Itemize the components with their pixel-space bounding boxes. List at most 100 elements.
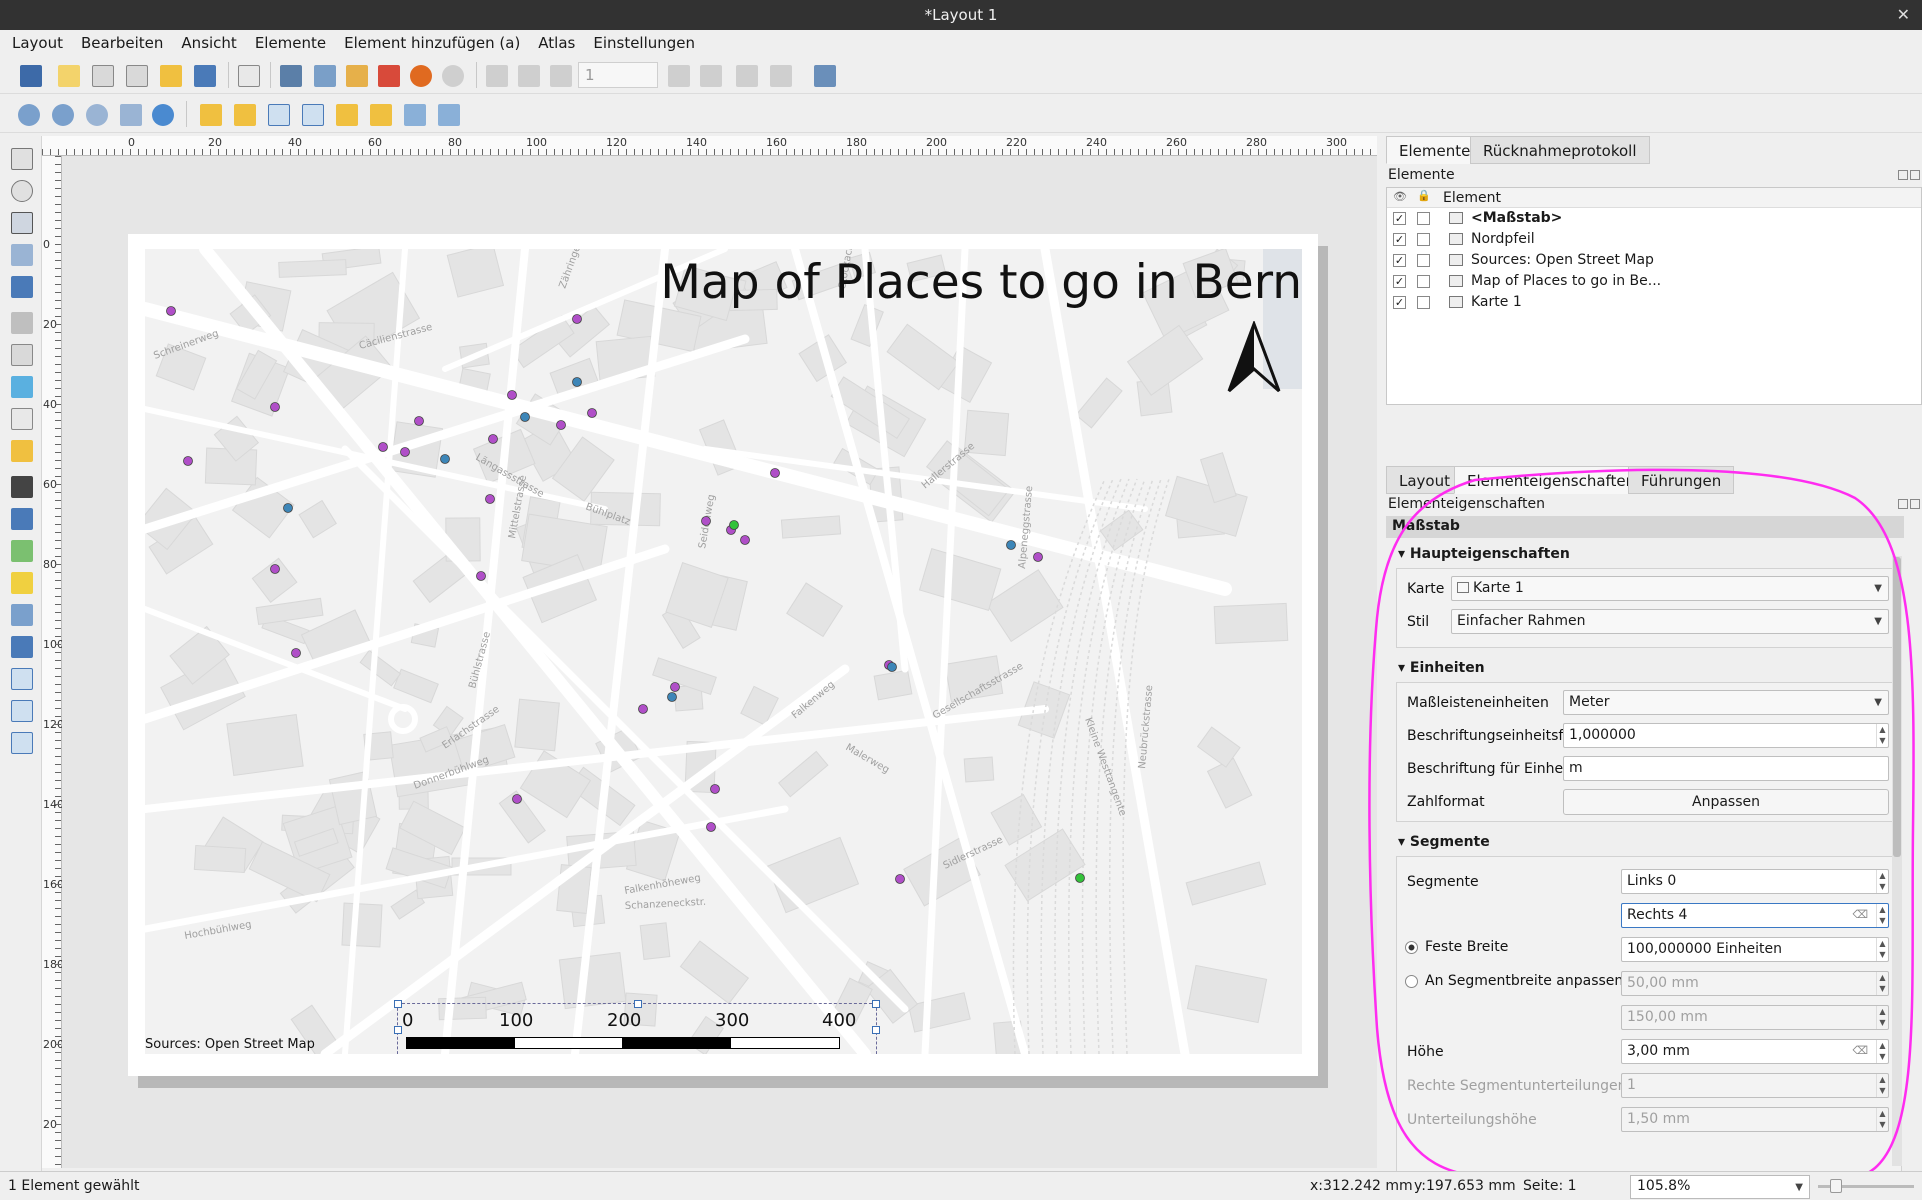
add-label-icon[interactable] <box>11 408 33 430</box>
style-select[interactable]: Einfacher Rahmen ▼ <box>1451 609 1889 634</box>
properties-scrollbar[interactable] <box>1892 556 1902 1166</box>
resize-handle[interactable] <box>872 1000 880 1008</box>
refresh-icon[interactable] <box>152 104 174 126</box>
spin-arrows-icon[interactable]: ▲ ▼ <box>1876 938 1888 961</box>
edit-nodes-icon[interactable] <box>11 276 33 298</box>
zoom-full-icon[interactable] <box>120 104 142 126</box>
factor-spinbox[interactable]: 1,000000 ▲ ▼ <box>1563 723 1889 748</box>
eye-icon[interactable]: 👁 <box>1393 190 1407 203</box>
close-icon[interactable]: ✕ <box>1897 5 1910 24</box>
right-subdivisions-spinbox[interactable]: 1 ▲ ▼ <box>1621 1073 1889 1098</box>
atlas-settings-icon[interactable] <box>814 65 836 87</box>
spin-arrows-icon[interactable]: ▲ ▼ <box>1876 1006 1888 1029</box>
float-icon[interactable] <box>1898 170 1908 180</box>
element-row[interactable]: ✓ Karte 1 <box>1387 292 1921 313</box>
menu-layout[interactable]: Layout <box>0 30 69 56</box>
zoom-slider[interactable] <box>1818 1179 1914 1193</box>
north-arrow-icon[interactable] <box>1224 321 1284 395</box>
visibility-checkbox[interactable]: ✓ <box>1393 296 1406 309</box>
scrollbar-thumb[interactable] <box>1893 557 1901 857</box>
visibility-checkbox[interactable]: ✓ <box>1393 233 1406 246</box>
save-template-icon[interactable] <box>194 65 216 87</box>
lock-checkbox[interactable] <box>1417 254 1430 267</box>
align-items-icon[interactable] <box>370 104 392 126</box>
units-header[interactable]: ▾ Einheiten <box>1398 660 1485 676</box>
spin-arrows-icon[interactable]: ▲ ▼ <box>1876 1074 1888 1097</box>
spin-arrows-icon[interactable]: ▲ ▼ <box>1876 724 1888 747</box>
last-feature-icon[interactable] <box>700 65 722 87</box>
segments-header[interactable]: ▾ Segmente <box>1398 834 1490 850</box>
sources-label[interactable]: Sources: Open Street Map <box>145 1037 315 1052</box>
atlas-preview-icon[interactable] <box>486 65 508 87</box>
add-marker-icon[interactable] <box>11 572 33 594</box>
map-item[interactable]: SchreinerwegZähringerstrasseCäcilienstra… <box>145 249 1302 1054</box>
add-scalebar-icon[interactable] <box>11 476 33 498</box>
add-arrow-icon[interactable] <box>11 604 33 626</box>
bar-units-select[interactable]: Meter ▼ <box>1563 690 1889 715</box>
spin-arrows-icon[interactable]: ▲ ▼ <box>1876 972 1888 995</box>
scalebar-item[interactable]: 0 100 200 300 400 m <box>394 1000 880 1054</box>
visibility-checkbox[interactable]: ✓ <box>1393 212 1406 225</box>
print-icon[interactable] <box>280 65 302 87</box>
tab-elemente[interactable]: Elemente <box>1386 136 1484 164</box>
export-image-icon[interactable] <box>314 65 336 87</box>
add-shape-icon[interactable] <box>11 540 33 562</box>
spin-arrows-icon[interactable]: ▲ ▼ <box>1876 1040 1888 1063</box>
unlock-items-icon[interactable] <box>234 104 256 126</box>
new-layout-icon[interactable] <box>58 65 80 87</box>
add-html-icon[interactable] <box>11 668 33 690</box>
export-pdf-icon[interactable] <box>378 65 400 87</box>
clear-icon[interactable]: ⌫ <box>1852 1044 1868 1057</box>
add-legend-icon[interactable] <box>11 440 33 462</box>
zoom-in-icon[interactable] <box>18 104 40 126</box>
lock-checkbox[interactable] <box>1417 296 1430 309</box>
add-fixed-table-icon[interactable] <box>11 732 33 754</box>
close-icon[interactable] <box>1910 170 1920 180</box>
fixed-width-spinbox[interactable]: 100,000000 Einheiten ▲ ▼ <box>1621 937 1889 962</box>
right-segments-spinbox[interactable]: Rechts 4 ⌫ ▲ ▼ <box>1621 903 1889 928</box>
lock-items-icon[interactable] <box>200 104 222 126</box>
redo-icon[interactable] <box>442 65 464 87</box>
lock-checkbox[interactable] <box>1417 212 1430 225</box>
visibility-checkbox[interactable]: ✓ <box>1393 254 1406 267</box>
add-north-arrow-icon[interactable] <box>11 508 33 530</box>
clear-icon[interactable]: ⌫ <box>1852 908 1868 921</box>
zoom-slider-handle[interactable] <box>1830 1179 1842 1193</box>
duplicate-layout-icon[interactable] <box>92 65 114 87</box>
tab-elementeigenschaften[interactable]: Elementeigenschaften <box>1454 466 1649 494</box>
lock-checkbox[interactable] <box>1417 275 1430 288</box>
layout-manager-icon[interactable] <box>126 65 148 87</box>
print-atlas-icon[interactable] <box>736 65 758 87</box>
fit-min-spinbox[interactable]: 50,00 mm ▲ ▼ <box>1621 971 1889 996</box>
next-feature-icon[interactable] <box>668 65 690 87</box>
add-map-3d-icon[interactable] <box>11 312 33 334</box>
fixed-width-radio[interactable] <box>1405 941 1418 954</box>
distribute-items-icon[interactable] <box>404 104 426 126</box>
menu-einstellungen[interactable]: Einstellungen <box>581 30 701 56</box>
menu-atlas[interactable]: Atlas <box>526 30 581 56</box>
element-row[interactable]: ✓ Map of Places to go in Be... <box>1387 271 1921 292</box>
customize-format-button[interactable]: Anpassen <box>1563 789 1889 815</box>
spin-arrows-icon[interactable]: ▲ ▼ <box>1876 1108 1888 1131</box>
layout-canvas[interactable]: SchreinerwegZähringerstrasseCäcilienstra… <box>62 156 1377 1168</box>
add-attribute-table-icon[interactable] <box>11 700 33 722</box>
zoom-tool-icon[interactable] <box>11 180 33 202</box>
left-segments-spinbox[interactable]: Links 0 ▲ ▼ <box>1621 869 1889 894</box>
menu-element-hinzufuegen[interactable]: Element hinzufügen (a) <box>332 30 526 56</box>
close-icon[interactable] <box>1910 499 1920 509</box>
element-row[interactable]: ✓ <Maßstab> <box>1387 208 1921 229</box>
resize-handle[interactable] <box>394 1000 402 1008</box>
main-properties-header[interactable]: ▾ Haupteigenschaften <box>1398 546 1570 562</box>
resize-handle[interactable] <box>394 1026 402 1034</box>
add-map-icon[interactable] <box>11 344 33 366</box>
atlas-page-input[interactable]: 1 <box>578 62 658 88</box>
export-atlas-icon[interactable] <box>770 65 792 87</box>
subdivision-height-spinbox[interactable]: 1,50 mm ▲ ▼ <box>1621 1107 1889 1132</box>
new-page-icon[interactable] <box>238 65 260 87</box>
element-row[interactable]: ✓ Sources: Open Street Map <box>1387 250 1921 271</box>
menu-bearbeiten[interactable]: Bearbeiten <box>69 30 169 56</box>
pan-icon[interactable] <box>11 148 33 170</box>
zoom-combo[interactable]: 105.8% ▼ <box>1630 1175 1810 1199</box>
undo-icon[interactable] <box>410 65 432 87</box>
group-items-icon[interactable] <box>268 104 290 126</box>
